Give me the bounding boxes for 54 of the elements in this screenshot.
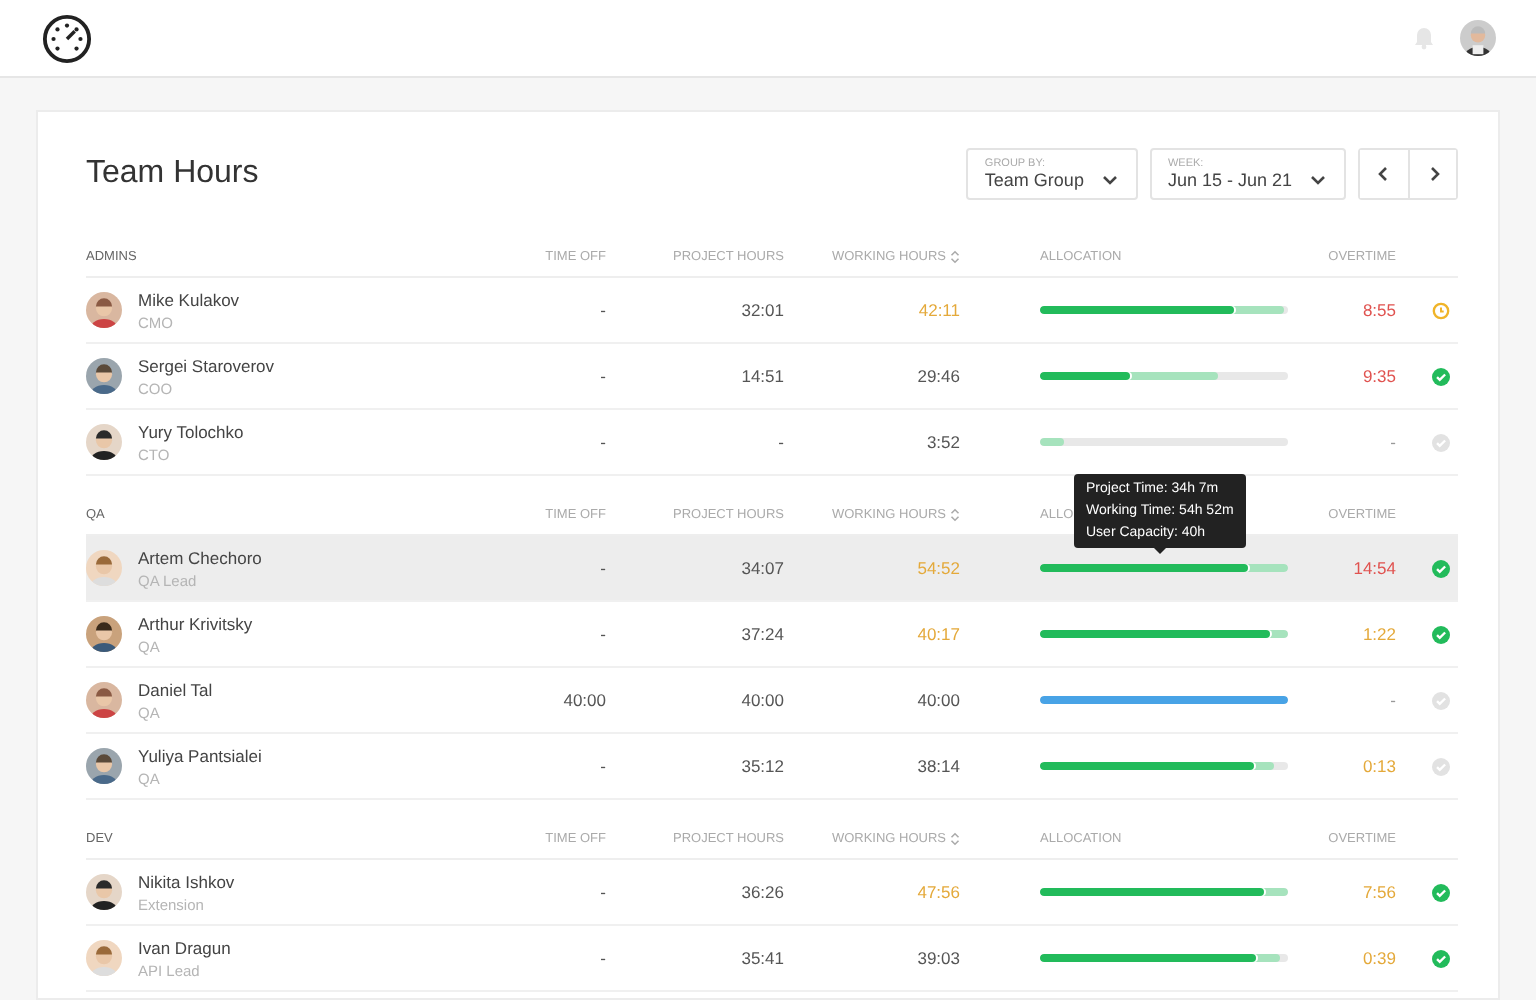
table-cell-text: 35:41	[739, 948, 784, 968]
table-cell-text: -	[598, 366, 606, 386]
table-cell-text: -	[598, 882, 606, 902]
table-cell-text: 40:00	[915, 690, 960, 710]
table-cell-text: -	[598, 300, 606, 320]
table-cell-text: 36:26	[739, 882, 784, 902]
person-name: Sergei Staroverov	[138, 355, 275, 375]
table-cell-text: 3:52	[924, 432, 960, 452]
table-cell-text: 32:01	[739, 300, 784, 320]
person-name: Yury Tolochko	[138, 421, 244, 441]
table-cell-text: 14:51	[739, 366, 784, 386]
person-name: Nikita Ishkov	[138, 871, 235, 891]
table-cell-text: 9:35	[1360, 366, 1396, 386]
chevron-down-icon	[1308, 170, 1328, 190]
sort-icon	[950, 508, 960, 522]
table-cell-text: 54:52	[915, 558, 960, 578]
table-cell-text: 38:14	[915, 756, 960, 776]
person-name: Ivan Dragun	[138, 937, 231, 957]
chevron-down-icon	[1099, 170, 1120, 190]
table-cell-text: 40:00	[739, 690, 784, 710]
table-cell-text: 40:17	[915, 624, 960, 644]
table-cell-text: 47:56	[915, 882, 960, 902]
table-cell-text: -	[598, 756, 606, 776]
table-cell-text: -	[1388, 690, 1396, 710]
table-cell-text: 37:24	[739, 624, 784, 644]
person-name: Mike Kulakov	[138, 289, 240, 309]
person-name: Artem Chechoro	[138, 547, 262, 567]
table-cell-text: 0:13	[1360, 756, 1396, 776]
table-cell-text: 7:56	[1360, 882, 1396, 902]
table-cell-text: -	[598, 432, 606, 452]
person-name: Yuliya Pantsialei	[138, 745, 262, 765]
table-cell-text: 40:00	[561, 690, 606, 710]
table-cell-text: -	[776, 432, 784, 452]
table-cell-text: -	[598, 948, 606, 968]
table-cell-text: 39:03	[915, 948, 960, 968]
dial-logo-icon[interactable]	[42, 13, 92, 63]
table-cell-text: -	[598, 624, 606, 644]
person-name: Daniel Tal	[138, 679, 213, 699]
person-name: Arthur Krivitsky	[138, 613, 253, 633]
table-cell-text: -	[1388, 432, 1396, 452]
next-button[interactable]	[1408, 150, 1456, 198]
table-cell-text: 35:12	[739, 756, 784, 776]
table-cell-text: 14:54	[1351, 558, 1396, 578]
table-cell-text: 29:46	[915, 366, 960, 386]
table-cell-text: 42:11	[916, 300, 960, 320]
table-cell-text: 1:22	[1360, 624, 1396, 644]
bell-icon[interactable]	[1412, 26, 1436, 50]
table-cell-text: 8:55	[1360, 300, 1396, 320]
page-title: Team Hours	[86, 156, 259, 192]
sort-icon	[950, 832, 960, 846]
table-cell-text: 34:07	[739, 558, 784, 578]
table-cell-text: -	[598, 558, 606, 578]
sort-icon	[950, 250, 960, 264]
table-cell-text: 0:39	[1360, 948, 1396, 968]
